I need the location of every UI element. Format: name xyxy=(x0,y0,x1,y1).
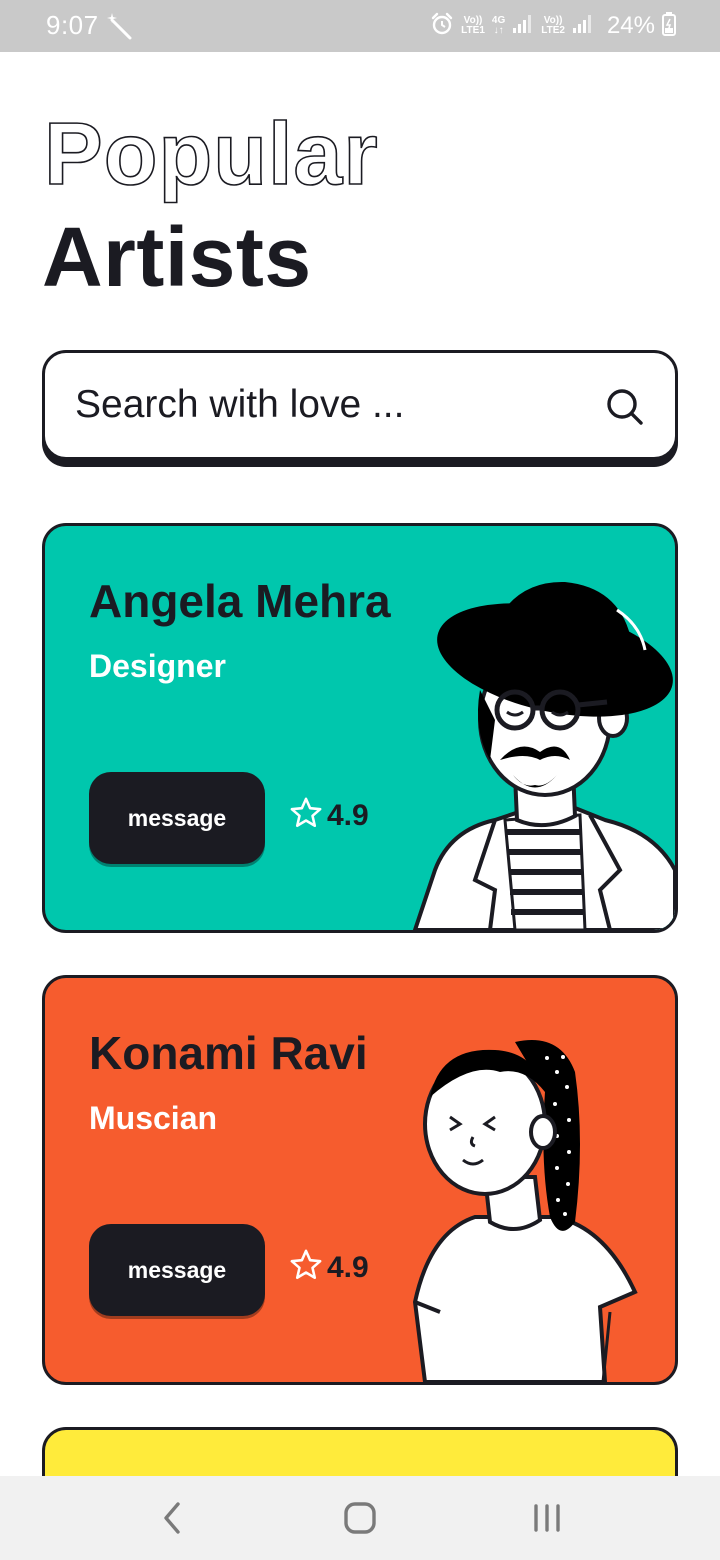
sim1-indicator: Vo)) LTE1 xyxy=(461,16,485,36)
search-bar[interactable] xyxy=(42,350,678,460)
magic-wand-icon xyxy=(106,12,134,45)
sim2-lte-label: LTE2 xyxy=(541,25,565,36)
page-title-line-1: Popular xyxy=(43,104,379,203)
network-type-indicator: 4G ↓↑ xyxy=(491,15,506,36)
artist-card[interactable]: Angela Mehra Designer message 4.9 xyxy=(42,523,678,933)
status-time: 9:07 xyxy=(46,10,99,40)
artist-role: Muscian xyxy=(89,1100,218,1136)
artist-illustration-woman-with-braid xyxy=(412,1040,638,1382)
artist-role: Designer xyxy=(89,648,226,684)
message-button[interactable]: message xyxy=(89,772,265,864)
artist-name: Angela Mehra xyxy=(89,575,391,627)
artist-illustration-man-with-hat xyxy=(412,581,675,930)
search-icon[interactable] xyxy=(605,387,645,432)
sim1-lte-label: LTE1 xyxy=(461,25,485,36)
recents-icon[interactable] xyxy=(530,1502,564,1539)
artist-rating: 4.9 xyxy=(289,1248,369,1287)
message-button[interactable]: message xyxy=(89,1224,265,1316)
artist-card[interactable]: Konami Ravi Muscian message 4.9 xyxy=(42,975,678,1385)
page-title-line-2: Artists xyxy=(42,210,312,304)
artist-rating: 4.9 xyxy=(289,796,369,835)
battery-percent: 24% xyxy=(606,12,655,39)
signal-icon xyxy=(512,14,534,39)
status-bar: 9:07 Vo)) LTE1 4G ↓↑ Vo)) LTE2 24% xyxy=(0,0,720,52)
star-icon xyxy=(289,796,323,835)
back-icon[interactable] xyxy=(160,1500,184,1541)
sim2-indicator: Vo)) LTE2 xyxy=(541,16,565,36)
alarm-icon xyxy=(430,12,454,41)
home-icon[interactable] xyxy=(342,1500,378,1541)
star-icon xyxy=(289,1248,323,1287)
rating-value: 4.9 xyxy=(327,798,369,832)
signal-icon xyxy=(572,14,594,39)
system-nav-bar xyxy=(0,1476,720,1560)
battery-icon xyxy=(662,11,676,41)
rating-value: 4.9 xyxy=(327,1250,369,1284)
search-input[interactable] xyxy=(75,377,575,433)
artist-name: Konami Ravi xyxy=(89,1027,368,1079)
status-indicators: Vo)) LTE1 4G ↓↑ Vo)) LTE2 24% xyxy=(430,8,676,44)
